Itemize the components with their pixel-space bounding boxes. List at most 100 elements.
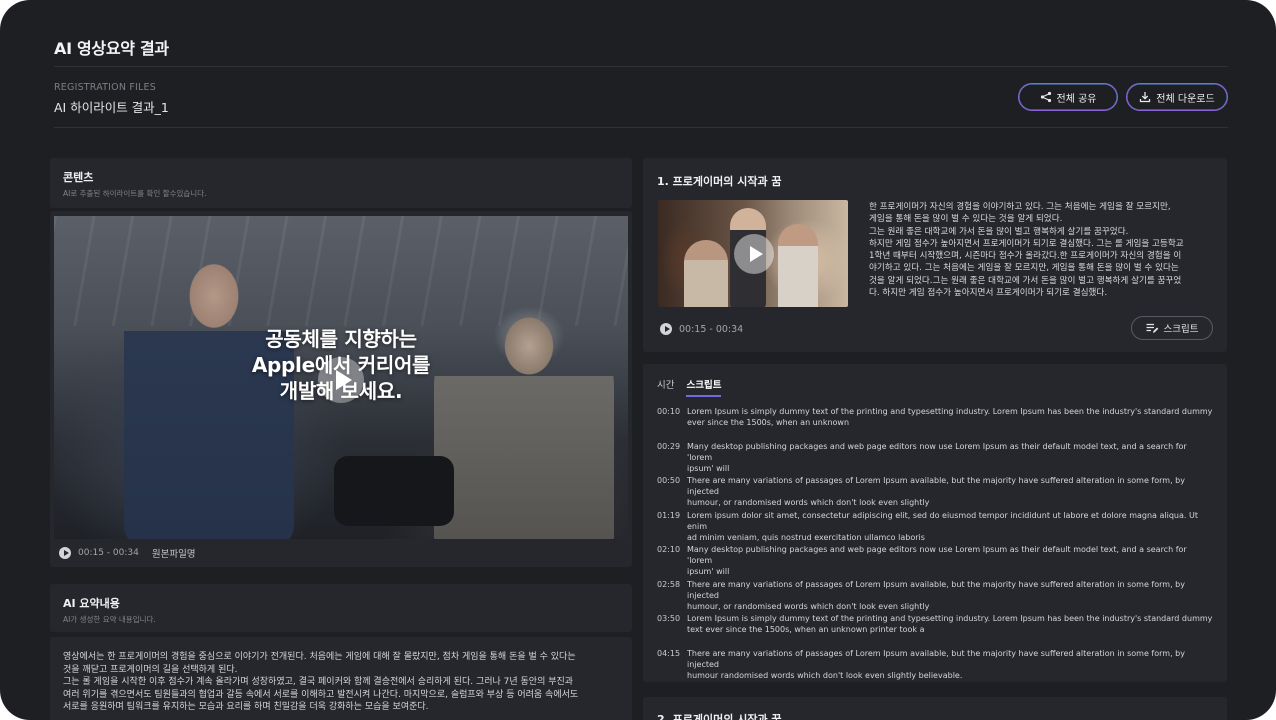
download-icon (1140, 92, 1151, 103)
tab-time[interactable]: 시간 (657, 377, 674, 397)
transcript-time: 02:10 (657, 545, 681, 554)
play-icon[interactable] (734, 234, 774, 274)
transcript-line: ipsum' will (687, 567, 730, 576)
transcript-row[interactable]: 01:19 Lorem ipsum dolor sit amet, consec… (657, 510, 1213, 545)
highlight-card: 1. 프로게이머의 시작과 꿈 한 프로게이머가 자신의 경험을 이야기하고 있… (643, 158, 1227, 352)
transcript-time: 00:50 (657, 476, 681, 485)
play-icon[interactable] (59, 547, 71, 559)
video-meta: 00:15 - 00:34 원본파일명 (59, 546, 196, 560)
transcript-line: Lorem ipsum dolor sit amet, consectetur … (687, 510, 1198, 531)
transcript-time: 00:10 (657, 407, 681, 416)
summary-panel-title: AI 요약내용 (63, 597, 120, 610)
next-highlight-card: 2. 프로게이머의 시작과 꿈 (643, 697, 1227, 720)
summary-line: 서로를 응원하며 팀워크를 유지하는 모습과 요리를 하며 친밀감을 더욱 강화… (63, 702, 429, 712)
transcript-text: Lorem ipsum dolor sit amet, consectetur … (687, 510, 1213, 545)
play-icon[interactable] (318, 357, 364, 403)
transcript-time: 01:19 (657, 510, 681, 520)
summary-line: 여러 위기를 겪으면서도 팀원들과의 협업과 갈등 속에서 서로를 이해하고 발… (63, 689, 579, 700)
registration-label: REGISTRATION FILES (54, 82, 156, 93)
thumbnail-person (684, 240, 728, 307)
transcript-line: humour, or randomised words which don't … (687, 601, 930, 611)
content-panel-subtitle: AI로 추출된 하이라이트를 확인 할수있습니다. (63, 189, 207, 198)
transcript-row[interactable]: 00:29 Many desktop publishing packages a… (657, 441, 1213, 476)
transcript-time: 02:58 (657, 579, 681, 589)
transcript-line: ever since the 1500s, when an unknown (687, 418, 850, 427)
transcript-row[interactable]: 04:15 There are many variations of passa… (657, 648, 1213, 683)
transcript-time: 04:15 (657, 648, 681, 658)
divider (54, 127, 1228, 128)
tab-script[interactable]: 스크립트 (686, 377, 722, 397)
transcript-row[interactable]: 02:58 There are many variations of passa… (657, 579, 1213, 614)
next-highlight-title: 2. 프로게이머의 시작과 꿈 (657, 713, 782, 720)
highlight-line: 한 프로게이머가 자신의 경험을 이야기하고 있다. 그는 처음에는 게임을 잘… (869, 202, 1171, 212)
script-button-label: 스크립트 (1163, 324, 1199, 335)
highlight-thumbnail[interactable] (658, 200, 848, 307)
transcript-text: There are many variations of passages of… (687, 579, 1213, 614)
transcript-line: Many desktop publishing packages and web… (687, 441, 1187, 462)
transcript-row[interactable]: 02:10 Many desktop publishing packages a… (657, 544, 1213, 579)
transcript-line: There are many variations of passages of… (687, 648, 1185, 669)
transcript-line: Many desktop publishing packages and web… (687, 545, 1187, 565)
transcript-row[interactable]: 00:10 Lorem Ipsum is simply dummy text o… (657, 406, 1213, 441)
transcript-line: text ever since the 1500s, when an unkno… (687, 625, 925, 634)
transcript-line: humour randomised words which don't look… (687, 670, 963, 680)
video-panel: 공동체를 지향하는 Apple에서 커리어를 개발해 보세요. 00:15 - … (50, 211, 632, 567)
download-all-button[interactable]: 전체 다운로드 (1126, 83, 1228, 111)
transcript-line: humour, or randomised words which don't … (687, 498, 930, 507)
divider (54, 66, 1228, 67)
video-player[interactable]: 공동체를 지향하는 Apple에서 커리어를 개발해 보세요. (54, 216, 628, 539)
content-panel-title: 콘텐츠 (63, 171, 94, 184)
highlight-time: 00:15 - 00:34 (660, 323, 743, 335)
transcript-tabs: 시간 스크립트 (657, 377, 1213, 397)
play-icon[interactable] (660, 323, 672, 335)
script-icon (1146, 323, 1158, 333)
highlight-time-range: 00:15 - 00:34 (679, 323, 744, 335)
transcript-line: There are many variations of passages of… (687, 476, 1185, 496)
file-name: AI 하이라이트 결과_1 (54, 100, 169, 115)
highlight-line: 1학년 때부터 시작했으며, 시즌마다 점수가 올라갔다.한 프로게이머가 자신… (869, 251, 1182, 262)
summary-panel-subtitle: AI가 생성한 요약 내용입니다. (63, 615, 156, 624)
video-caption-line: 공동체를 지향하는 (265, 327, 417, 351)
highlight-description: 한 프로게이머가 자신의 경험을 이야기하고 있다. 그는 처음에는 게임을 잘… (869, 201, 1214, 299)
summary-panel-header: AI 요약내용 AI가 생성한 요약 내용입니다. (50, 584, 632, 632)
transcript-text: Lorem Ipsum is simply dummy text of the … (687, 406, 1213, 441)
highlight-line: 게임을 통해 돈을 많이 벌 수 있다는 것을 알게 되었다. (869, 214, 1063, 225)
page-title: AI 영상요약 결과 (54, 39, 169, 58)
transcript-line: Lorem Ipsum is simply dummy text of the … (687, 407, 1213, 416)
content-panel-header: 콘텐츠 AI로 추출된 하이라이트를 확인 할수있습니다. (50, 158, 632, 208)
transcript-text: Lorem Ipsum is simply dummy text of the … (687, 613, 1213, 648)
transcript-panel: 시간 스크립트 00:10 Lorem Ipsum is simply dumm… (643, 364, 1227, 682)
script-button[interactable]: 스크립트 (1131, 316, 1213, 340)
highlight-title: 1. 프로게이머의 시작과 꿈 (657, 175, 782, 188)
transcript-text: There are many variations of passages of… (687, 475, 1213, 510)
highlight-line: 하지만 게임 점수가 높아지면서 프로게이머가 되기로 결심했다. 그는 롤 게… (869, 238, 1184, 249)
highlight-line: 그는 원래 좋은 대학교에 가서 돈을 많이 벌고 행복하게 살기를 꿈꾸었다. (869, 226, 1129, 237)
highlight-line: 것을 알게 되었다.그는 원래 좋은 대학교에 가서 돈을 많이 벌고 행복하게… (869, 275, 1182, 286)
download-all-label: 전체 다운로드 (1156, 93, 1215, 105)
transcript-line: ipsum' will (687, 463, 730, 473)
video-frame-bag (334, 456, 454, 526)
summary-text: 영상에서는 한 프로게이머의 경험을 중심으로 이야기가 전개된다. 처음에는 … (63, 651, 619, 714)
transcript-text: There are many variations of passages of… (687, 648, 1213, 683)
share-icon (1040, 91, 1051, 103)
video-time-range: 00:15 - 00:34 (78, 548, 139, 558)
transcript-row[interactable]: 00:50 There are many variations of passa… (657, 475, 1213, 510)
transcript-list: 00:10 Lorem Ipsum is simply dummy text o… (657, 406, 1213, 682)
highlight-line: 야기하고 있다. 그는 처음에는 게임을 잘 모르지만, 게임을 통해 돈을 많… (869, 263, 1179, 274)
share-all-button[interactable]: 전체 공유 (1018, 83, 1118, 111)
summary-panel-body: 영상에서는 한 프로게이머의 경험을 중심으로 이야기가 전개된다. 처음에는 … (50, 637, 632, 720)
source-file-label: 원본파일명 (151, 549, 196, 560)
summary-line: 것을 깨닫고 프로게이머의 길을 선택하게 된다. (63, 664, 238, 675)
thumbnail-person (778, 224, 818, 307)
transcript-text: Many desktop publishing packages and web… (687, 441, 1213, 476)
share-all-label: 전체 공유 (1056, 93, 1097, 105)
transcript-line: ad minim veniam, quis nostrud exercitati… (687, 532, 925, 542)
highlight-line: 다. 하지만 게임 점수가 높아지면서 프로게이머가 되기로 결심했다. (869, 288, 1108, 299)
transcript-row[interactable]: 03:50 Lorem Ipsum is simply dummy text o… (657, 613, 1213, 648)
app-window: AI 영상요약 결과 REGISTRATION FILES AI 하이라이트 결… (0, 0, 1276, 720)
transcript-line: There are many variations of passages of… (687, 579, 1185, 600)
transcript-time: 00:29 (657, 441, 681, 451)
summary-line: 그는 롤 게임을 시작한 이후 점수가 계속 올라가며 성장하였고, 결국 페이… (63, 677, 574, 687)
summary-line: 영상에서는 한 프로게이머의 경험을 중심으로 이야기가 전개된다. 처음에는 … (63, 652, 576, 662)
transcript-line: Lorem Ipsum is simply dummy text of the … (687, 614, 1213, 623)
